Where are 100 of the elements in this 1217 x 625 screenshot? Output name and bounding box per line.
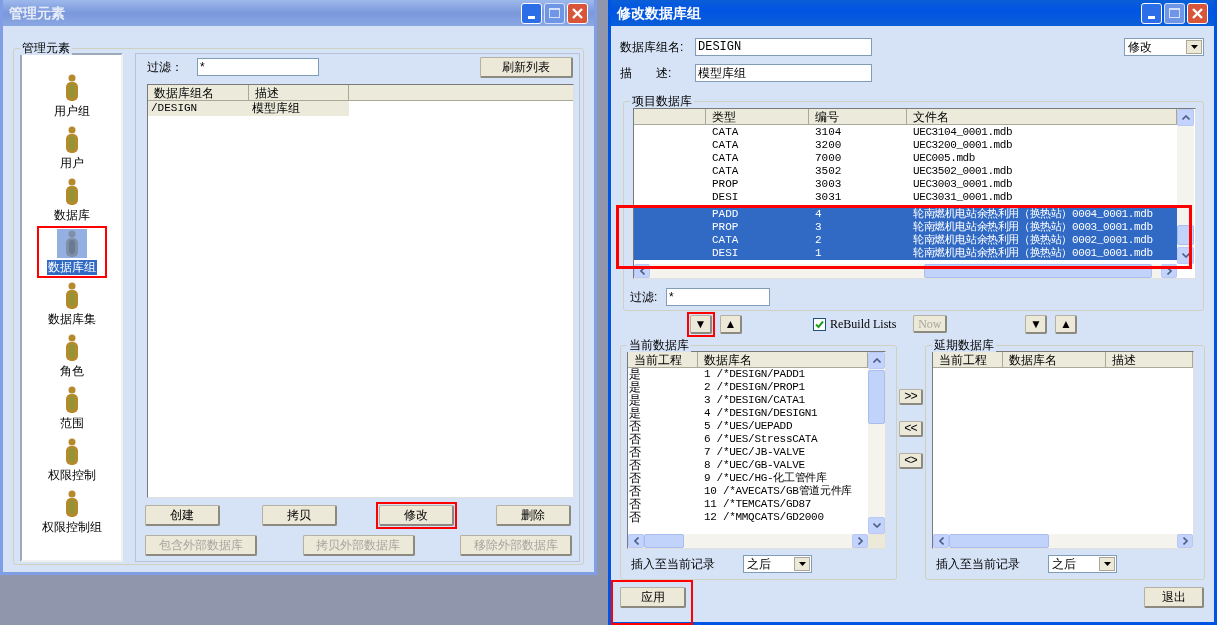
column-header[interactable]: 数据库名 xyxy=(1003,352,1106,368)
caret-up-icon xyxy=(1181,115,1190,120)
filter-label: 过滤： xyxy=(147,59,184,76)
table-row[interactable]: 否 9 /*UEC/HG-化工管件库 xyxy=(628,472,868,485)
insert-dropdown[interactable]: 之后 xyxy=(743,555,812,573)
table-row[interactable]: DESI 1 轮南燃机电站余热利用（换热站）0001_0001.mdb xyxy=(634,247,1177,260)
scrollbar-thumb[interactable] xyxy=(868,370,885,424)
field-label: 述: xyxy=(656,65,672,82)
close-icon xyxy=(571,6,584,20)
arrow-button[interactable]: ▲ xyxy=(1055,314,1078,334)
transfer-button[interactable]: >> xyxy=(899,389,923,405)
transfer-button[interactable]: << xyxy=(899,421,923,437)
scroll-left-button[interactable] xyxy=(628,534,644,548)
scroll-up-button[interactable] xyxy=(1177,109,1194,126)
description-field[interactable]: 模型库组 xyxy=(695,64,872,82)
checkbox[interactable] xyxy=(813,317,826,331)
checkmark-icon xyxy=(815,319,824,329)
sidebar-item[interactable]: 角色 xyxy=(39,333,104,379)
table-row[interactable]: 是 4 /*DESIGN/DESIGN1 xyxy=(628,407,868,420)
table-row[interactable]: CATA 2 轮南燃机电站余热利用（换热站）0002_0001.mdb xyxy=(634,234,1177,247)
sidebar-item[interactable]: 权限控制组 xyxy=(39,489,104,535)
insert-label: 插入至当前记录 xyxy=(936,556,1021,573)
action-button[interactable]: 拷贝 xyxy=(262,505,337,526)
close-button[interactable] xyxy=(567,2,588,24)
caret-left-icon xyxy=(938,537,944,545)
scroll-right-button[interactable] xyxy=(1177,534,1193,548)
action-button[interactable]: 创建 xyxy=(145,505,220,526)
table-row[interactable]: 否 10 /*AVECATS/GB管道元件库 xyxy=(628,485,868,498)
sidebar-item[interactable]: 用户 xyxy=(39,125,104,171)
table-cell[interactable]: /DESIGN xyxy=(148,101,249,116)
table-row[interactable]: 是 1 /*DESIGN/PADD1 xyxy=(628,368,868,381)
table-row[interactable]: 是 3 /*DESIGN/CATA1 xyxy=(628,394,868,407)
scrollbar-thumb[interactable] xyxy=(644,534,684,548)
table-cell[interactable]: 模型库组 xyxy=(249,101,349,116)
sidebar-item[interactable]: 范围 xyxy=(39,385,104,431)
minimize-button[interactable] xyxy=(521,2,542,24)
scroll-down-button[interactable] xyxy=(868,517,885,534)
close-icon xyxy=(1191,6,1204,20)
caret-right-icon xyxy=(1182,537,1188,545)
table-row[interactable]: 否 5 /*UES/UEPADD xyxy=(628,420,868,433)
caret-right-icon xyxy=(1166,267,1172,275)
group-title: 项目数据库 xyxy=(630,94,694,108)
filter-field[interactable]: * xyxy=(666,288,770,306)
close-button[interactable] xyxy=(1187,2,1208,24)
refresh-button[interactable]: 刷新列表 xyxy=(480,56,573,78)
group-title: 当前数据库 xyxy=(627,338,691,352)
scrollbar-thumb[interactable] xyxy=(949,534,1049,548)
maximize-button[interactable] xyxy=(1164,2,1185,24)
caret-down-icon xyxy=(1103,562,1111,566)
table-row[interactable]: 否 8 /*UEC/GB-VALVE xyxy=(628,459,868,472)
column-header[interactable]: 描述 xyxy=(1106,352,1193,368)
field-label: 描 xyxy=(620,65,633,82)
checkbox-label[interactable]: ReBuild Lists xyxy=(830,315,897,333)
column-header[interactable]: 当前工程 xyxy=(933,352,1003,368)
filter-label: 过滤: xyxy=(630,289,659,306)
vertical-scrollbar[interactable] xyxy=(868,352,885,534)
group-title: 管理元素 xyxy=(20,41,72,55)
apply-button[interactable]: 应用 xyxy=(620,587,686,608)
scroll-right-button[interactable] xyxy=(852,534,868,548)
sidebar-item[interactable]: 数据库组 xyxy=(39,229,104,275)
column-header[interactable]: 类型 xyxy=(706,109,809,125)
table-row[interactable]: 否 6 /*UES/StressCATA xyxy=(628,433,868,446)
table-row[interactable]: 否 12 /*MMQCATS/GD2000 xyxy=(628,511,868,524)
insert-dropdown[interactable]: 之后 xyxy=(1048,555,1117,573)
name-field[interactable]: DESIGN xyxy=(695,38,872,56)
minimize-button[interactable] xyxy=(1141,2,1162,24)
arrow-button[interactable]: ▲ xyxy=(720,314,742,334)
caret-up-icon xyxy=(872,358,881,363)
table-row[interactable]: 是 2 /*DESIGN/PROP1 xyxy=(628,381,868,394)
caret-down-icon xyxy=(1190,45,1198,49)
window-title: 管理元素 xyxy=(9,3,65,23)
column-header[interactable]: 编号 xyxy=(809,109,907,125)
table-row[interactable]: PADD 4 轮南燃机电站余热利用（换热站）0004_0001.mdb xyxy=(634,208,1177,221)
horizontal-scrollbar[interactable] xyxy=(933,534,1193,548)
mode-dropdown[interactable]: 修改 xyxy=(1124,38,1204,56)
horizontal-scrollbar[interactable] xyxy=(628,534,868,548)
arrow-button[interactable]: ▼ xyxy=(1025,314,1048,334)
window-title: 修改数据库组 xyxy=(617,3,701,23)
group-title: 延期数据库 xyxy=(932,338,996,352)
filter-field[interactable]: * xyxy=(197,58,319,76)
transfer-button[interactable]: <> xyxy=(899,453,923,469)
column-header[interactable]: 当前工程 xyxy=(628,352,698,368)
action-button[interactable]: 删除 xyxy=(496,505,571,526)
maximize-button[interactable] xyxy=(544,2,565,24)
sidebar-item[interactable]: 数据库 xyxy=(39,177,104,223)
table-row[interactable]: 否 7 /*UEC/JB-VALVE xyxy=(628,446,868,459)
caret-left-icon xyxy=(639,267,645,275)
sidebar-item[interactable]: 用户组 xyxy=(39,73,104,119)
table-row[interactable]: 否 11 /*TEMCATS/GD87 xyxy=(628,498,868,511)
sidebar-item[interactable]: 数据库集 xyxy=(39,281,104,327)
caret-down-icon xyxy=(1181,253,1190,258)
arrow-button[interactable]: ▼ xyxy=(690,314,712,334)
insert-label: 插入至当前记录 xyxy=(631,556,716,573)
exit-button[interactable]: 退出 xyxy=(1144,587,1204,608)
scroll-left-button[interactable] xyxy=(933,534,949,548)
table-row[interactable]: PROP 3 轮南燃机电站余热利用（换热站）0003_0001.mdb xyxy=(634,221,1177,234)
action-button[interactable]: 修改 xyxy=(379,505,454,526)
sidebar-item[interactable]: 权限控制 xyxy=(39,437,104,483)
scroll-up-button[interactable] xyxy=(868,352,885,369)
caret-down-icon xyxy=(872,523,881,528)
